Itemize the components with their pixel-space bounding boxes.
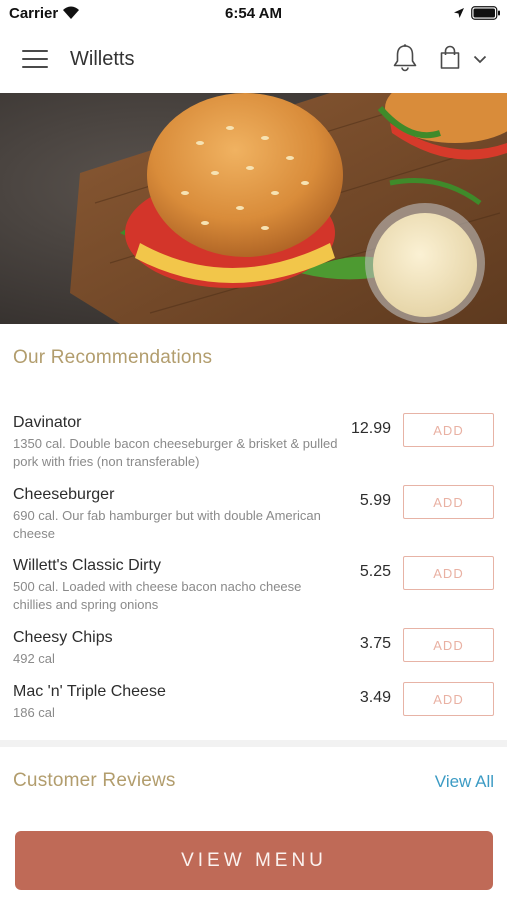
view-menu-button[interactable]: VIEW MENU (15, 831, 493, 890)
recommendations-title: Our Recommendations (13, 347, 213, 368)
hamburger-menu-icon[interactable] (22, 50, 48, 70)
nav-bar: Willetts (0, 28, 507, 93)
shopping-bag-icon[interactable] (439, 45, 461, 71)
status-bar: Carrier 6:54 AM (0, 0, 507, 28)
reviews-title: Customer Reviews (13, 770, 176, 791)
item-description: 186 cal (13, 705, 55, 720)
add-button[interactable]: ADD (403, 556, 494, 590)
item-price: 5.99 (359, 492, 391, 509)
chevron-down-icon[interactable] (473, 55, 487, 64)
add-button[interactable]: ADD (403, 485, 494, 519)
bell-icon[interactable] (391, 43, 419, 73)
add-button[interactable]: ADD (403, 628, 494, 662)
status-time: 6:54 AM (225, 5, 282, 22)
hero-burger-image (0, 93, 507, 324)
item-name: Willett's Classic Dirty (13, 557, 161, 574)
section-divider (0, 740, 507, 747)
item-name: Cheeseburger (13, 486, 115, 503)
item-description: 492 cal (13, 651, 55, 666)
battery-icon (471, 6, 500, 20)
add-button[interactable]: ADD (403, 682, 494, 716)
item-name: Davinator (13, 414, 82, 431)
item-price: 3.49 (359, 689, 391, 706)
restaurant-title: Willetts (70, 48, 135, 70)
item-price: 5.25 (359, 563, 391, 580)
view-all-reviews-link[interactable]: View All (435, 772, 494, 792)
item-name: Cheesy Chips (13, 629, 113, 646)
item-description: 500 cal. Loaded with cheese bacon nacho … (13, 579, 302, 612)
location-arrow-icon (454, 8, 464, 18)
item-description: 690 cal. Our fab hamburger but with doub… (13, 508, 321, 541)
item-name: Mac 'n' Triple Cheese (13, 683, 166, 700)
item-description: 1350 cal. Double bacon cheeseburger & br… (13, 436, 338, 469)
item-price: 3.75 (359, 635, 391, 652)
add-button[interactable]: ADD (403, 413, 494, 447)
item-price: 12.99 (350, 420, 391, 437)
